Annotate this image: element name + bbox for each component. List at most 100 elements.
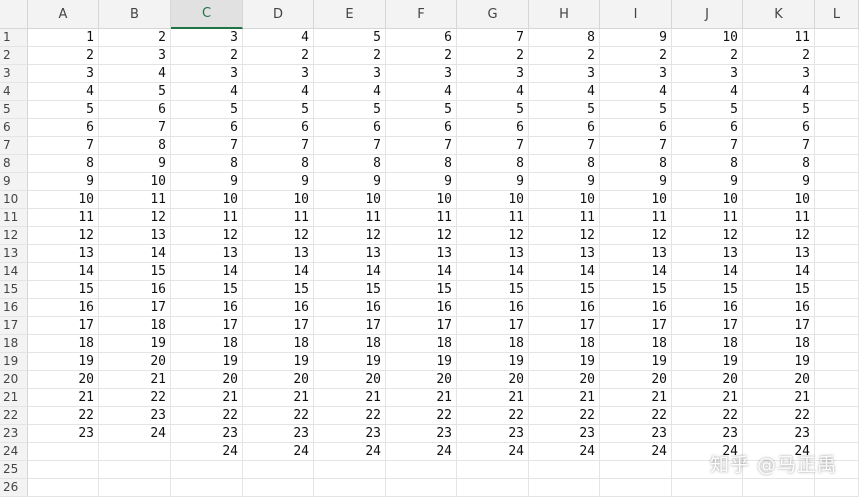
cell-g23[interactable]: 23 bbox=[457, 425, 529, 443]
cell-l11[interactable] bbox=[815, 209, 859, 227]
cell-i11[interactable]: 11 bbox=[600, 209, 672, 227]
row-header-6[interactable]: 6 bbox=[0, 119, 28, 137]
cell-d15[interactable]: 15 bbox=[243, 281, 314, 299]
cell-f25[interactable] bbox=[386, 461, 457, 479]
column-header-a[interactable]: A bbox=[28, 0, 99, 29]
cell-j8[interactable]: 8 bbox=[672, 155, 743, 173]
cell-e11[interactable]: 11 bbox=[314, 209, 386, 227]
row-header-23[interactable]: 23 bbox=[0, 425, 28, 443]
row-header-22[interactable]: 22 bbox=[0, 407, 28, 425]
cell-f7[interactable]: 7 bbox=[386, 137, 457, 155]
cell-a1[interactable]: 1 bbox=[28, 29, 99, 47]
cell-a9[interactable]: 9 bbox=[28, 173, 99, 191]
cell-c18[interactable]: 18 bbox=[171, 335, 243, 353]
cell-h22[interactable]: 22 bbox=[529, 407, 600, 425]
cell-f12[interactable]: 12 bbox=[386, 227, 457, 245]
cell-b25[interactable] bbox=[99, 461, 171, 479]
cell-c22[interactable]: 22 bbox=[171, 407, 243, 425]
cell-b2[interactable]: 3 bbox=[99, 47, 171, 65]
cell-h19[interactable]: 19 bbox=[529, 353, 600, 371]
cell-b7[interactable]: 8 bbox=[99, 137, 171, 155]
cell-c23[interactable]: 23 bbox=[171, 425, 243, 443]
cell-c26[interactable] bbox=[171, 479, 243, 497]
cell-e8[interactable]: 8 bbox=[314, 155, 386, 173]
cell-j18[interactable]: 18 bbox=[672, 335, 743, 353]
cell-g12[interactable]: 12 bbox=[457, 227, 529, 245]
row-header-19[interactable]: 19 bbox=[0, 353, 28, 371]
cell-k12[interactable]: 12 bbox=[743, 227, 815, 245]
cell-d12[interactable]: 12 bbox=[243, 227, 314, 245]
cell-h17[interactable]: 17 bbox=[529, 317, 600, 335]
cell-l16[interactable] bbox=[815, 299, 859, 317]
cell-i22[interactable]: 22 bbox=[600, 407, 672, 425]
cell-c6[interactable]: 6 bbox=[171, 119, 243, 137]
cell-h13[interactable]: 13 bbox=[529, 245, 600, 263]
cell-e26[interactable] bbox=[314, 479, 386, 497]
row-header-7[interactable]: 7 bbox=[0, 137, 28, 155]
cell-e21[interactable]: 21 bbox=[314, 389, 386, 407]
cell-c15[interactable]: 15 bbox=[171, 281, 243, 299]
cell-l7[interactable] bbox=[815, 137, 859, 155]
cell-a18[interactable]: 18 bbox=[28, 335, 99, 353]
cell-j17[interactable]: 17 bbox=[672, 317, 743, 335]
cell-a15[interactable]: 15 bbox=[28, 281, 99, 299]
cell-k1[interactable]: 11 bbox=[743, 29, 815, 47]
row-header-11[interactable]: 11 bbox=[0, 209, 28, 227]
cell-a19[interactable]: 19 bbox=[28, 353, 99, 371]
cell-k23[interactable]: 23 bbox=[743, 425, 815, 443]
cell-j21[interactable]: 21 bbox=[672, 389, 743, 407]
row-header-2[interactable]: 2 bbox=[0, 47, 28, 65]
cell-c1[interactable]: 3 bbox=[171, 29, 243, 47]
row-header-16[interactable]: 16 bbox=[0, 299, 28, 317]
cell-g11[interactable]: 11 bbox=[457, 209, 529, 227]
cell-d2[interactable]: 2 bbox=[243, 47, 314, 65]
cell-i13[interactable]: 13 bbox=[600, 245, 672, 263]
cell-b11[interactable]: 12 bbox=[99, 209, 171, 227]
cell-k4[interactable]: 4 bbox=[743, 83, 815, 101]
cell-l19[interactable] bbox=[815, 353, 859, 371]
cell-l13[interactable] bbox=[815, 245, 859, 263]
cell-k21[interactable]: 21 bbox=[743, 389, 815, 407]
cell-l22[interactable] bbox=[815, 407, 859, 425]
column-header-d[interactable]: D bbox=[243, 0, 314, 29]
cell-i16[interactable]: 16 bbox=[600, 299, 672, 317]
cell-h18[interactable]: 18 bbox=[529, 335, 600, 353]
cell-a11[interactable]: 11 bbox=[28, 209, 99, 227]
cell-j10[interactable]: 10 bbox=[672, 191, 743, 209]
cell-i14[interactable]: 14 bbox=[600, 263, 672, 281]
cell-c11[interactable]: 11 bbox=[171, 209, 243, 227]
cell-j20[interactable]: 20 bbox=[672, 371, 743, 389]
row-header-5[interactable]: 5 bbox=[0, 101, 28, 119]
cell-l21[interactable] bbox=[815, 389, 859, 407]
cell-b26[interactable] bbox=[99, 479, 171, 497]
row-header-1[interactable]: 1 bbox=[0, 29, 28, 47]
cell-j23[interactable]: 23 bbox=[672, 425, 743, 443]
cell-b13[interactable]: 14 bbox=[99, 245, 171, 263]
cell-e22[interactable]: 22 bbox=[314, 407, 386, 425]
cell-e2[interactable]: 2 bbox=[314, 47, 386, 65]
cell-g2[interactable]: 2 bbox=[457, 47, 529, 65]
cell-i9[interactable]: 9 bbox=[600, 173, 672, 191]
cell-k8[interactable]: 8 bbox=[743, 155, 815, 173]
cell-j6[interactable]: 6 bbox=[672, 119, 743, 137]
cell-b17[interactable]: 18 bbox=[99, 317, 171, 335]
cell-k7[interactable]: 7 bbox=[743, 137, 815, 155]
column-header-l[interactable]: L bbox=[815, 0, 859, 29]
cell-f17[interactable]: 17 bbox=[386, 317, 457, 335]
cell-i17[interactable]: 17 bbox=[600, 317, 672, 335]
cell-k10[interactable]: 10 bbox=[743, 191, 815, 209]
cell-a2[interactable]: 2 bbox=[28, 47, 99, 65]
cell-l18[interactable] bbox=[815, 335, 859, 353]
cell-g5[interactable]: 5 bbox=[457, 101, 529, 119]
cell-k3[interactable]: 3 bbox=[743, 65, 815, 83]
cell-l2[interactable] bbox=[815, 47, 859, 65]
cell-f15[interactable]: 15 bbox=[386, 281, 457, 299]
cell-k15[interactable]: 15 bbox=[743, 281, 815, 299]
cell-i3[interactable]: 3 bbox=[600, 65, 672, 83]
column-header-j[interactable]: J bbox=[672, 0, 743, 29]
cell-d7[interactable]: 7 bbox=[243, 137, 314, 155]
row-header-17[interactable]: 17 bbox=[0, 317, 28, 335]
cell-e1[interactable]: 5 bbox=[314, 29, 386, 47]
cell-i2[interactable]: 2 bbox=[600, 47, 672, 65]
cell-j7[interactable]: 7 bbox=[672, 137, 743, 155]
